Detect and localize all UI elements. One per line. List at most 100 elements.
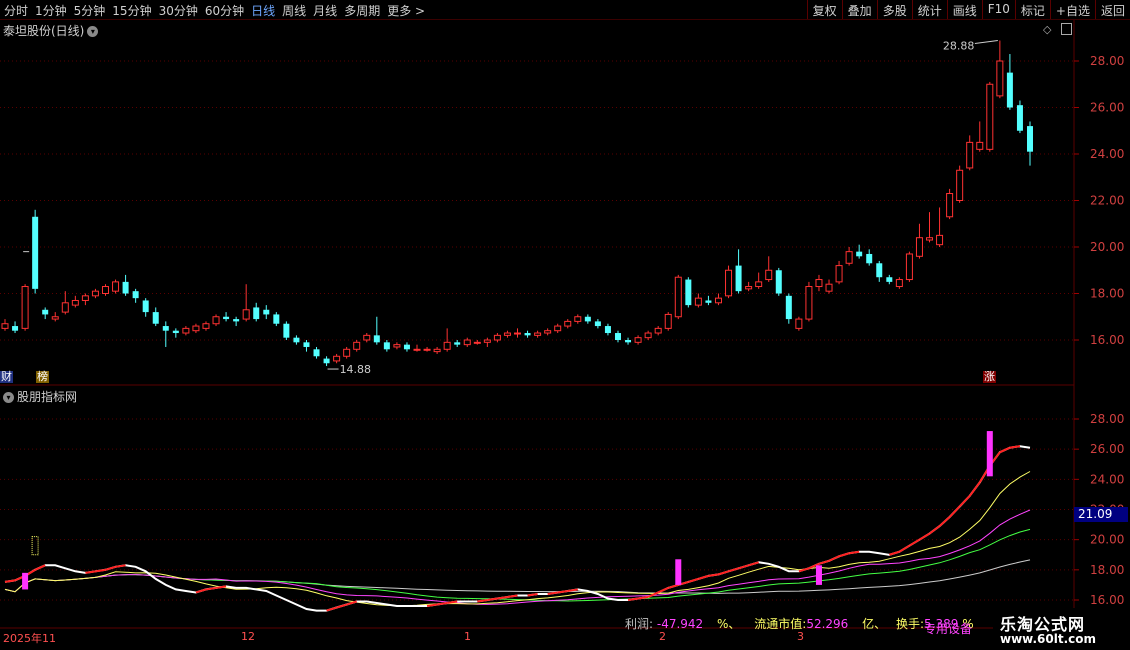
candle-body [112,281,120,292]
candle-body [915,237,923,257]
watermark-url: www.60lt.com [1000,632,1097,646]
candle-body [1,323,9,329]
profit-label: 利润: [625,617,654,631]
candle-body [353,341,361,350]
turnover-label: 换手: [895,617,925,631]
y-tick-label: 26.00 [1090,442,1124,456]
ma-red-segment [4,579,16,583]
candle-body [815,279,823,288]
time-label: 1 [464,630,471,643]
candle-body [71,299,79,306]
candle-body [926,237,934,241]
profit-unit: %、 [717,617,741,631]
candle-body [534,332,542,336]
candle-body [101,286,109,294]
candle-body [1027,126,1033,152]
candle-body [433,348,441,353]
y-tick-label: 18.00 [1090,287,1124,301]
ma-red-segment [848,550,860,555]
candle-body [765,269,773,281]
candle-body [233,319,240,322]
finance-badge[interactable]: 财 [0,371,13,383]
candle-body [524,333,531,336]
candle-body [172,330,179,334]
ma-red-segment [85,570,96,574]
ma-red-segment [718,570,729,576]
candle-body [634,337,642,343]
candle-body [383,342,390,350]
candle-body [363,334,371,341]
candle-body [403,344,410,350]
candle-body [283,323,290,338]
candle-body [503,332,511,336]
candle-body [705,300,712,303]
candle-body [263,309,270,315]
ma-red-segment [948,505,961,518]
diamond-icon[interactable]: ◇ [1043,23,1051,36]
ma-red-segment [918,532,931,541]
rank-badge[interactable]: 榜 [36,371,49,383]
candle-body [845,251,853,264]
time-label: 2025年11 [3,632,56,645]
ma-red-segment [34,564,46,571]
candle-body [694,297,702,306]
candle-body [755,281,763,288]
time-axis: 2025年11 12 1 2 3 [0,630,1080,650]
candle-body [493,334,501,341]
candle-body [81,295,89,301]
candle-body [182,327,190,334]
limit-up-badge[interactable]: 涨 [983,371,996,383]
chevron-down-icon[interactable]: ▾ [3,392,14,403]
candle-body [192,325,200,332]
ma-red-segment [708,573,719,577]
y-tick-label: 28.00 [1090,54,1124,68]
kline-chart[interactable]: 28.88 14.88 28.00 26.00 24.00 22.00 20.00 18.0… [0,0,1130,650]
candle-body [946,193,954,218]
candle-body [253,307,260,320]
candle-body [51,316,59,320]
ma-red-segment [497,595,508,600]
ma-red-segment [999,446,1011,454]
y-tick-label: 26.00 [1090,101,1124,115]
ma-red-segment [547,591,558,595]
time-label: 2 [659,630,666,643]
stock-title: 泰坦股份(日线) ▾ [3,22,99,39]
candle-body [654,327,662,334]
candle-body [805,286,813,320]
ma-red-segment [828,555,840,562]
panel-toggle-icon[interactable] [1061,23,1072,35]
ma-red-segment [968,481,981,497]
watermark: 乐淘公式网 www.60lt.com [993,608,1130,650]
y-tick-label: 24.00 [1090,472,1124,486]
candle-body [323,358,330,364]
candle-body [554,325,562,332]
signal-bar [815,565,822,585]
y-tick-label: 28.00 [1090,412,1124,426]
ma-red-segment [748,561,759,567]
candle-body [393,344,401,348]
candle-body [1006,72,1013,108]
candle-body [473,341,481,344]
chevron-down-icon[interactable]: ▾ [87,26,99,37]
candle-body [714,297,722,304]
candle-body [483,339,491,343]
candle-body [895,279,903,288]
candle-body [454,342,461,345]
ma-red-segment [928,525,941,535]
candle-body [544,330,552,334]
ma-white-line [4,445,1031,612]
candle-body [91,290,99,297]
y-tick-label: 16.00 [1090,593,1124,607]
candle-body [142,300,149,313]
candle-body [122,281,129,294]
ma-magenta-line [4,509,1031,605]
signal-bar [22,572,29,590]
ma-red-segment [898,544,910,553]
signal-bar [675,559,682,585]
high-marker-line [974,40,998,45]
candle-body [976,141,984,150]
ma-red-segment [115,564,126,568]
ma-red-segment [818,559,830,565]
candle-body [413,348,421,351]
ma-red-segment [908,538,920,547]
